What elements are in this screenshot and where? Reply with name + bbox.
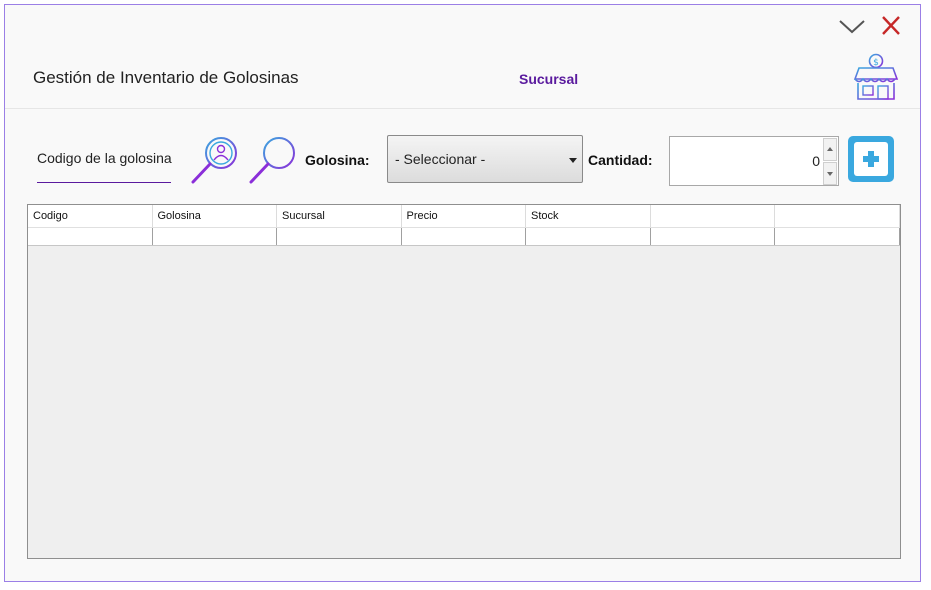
golosina-label: Golosina: xyxy=(305,152,370,168)
page-title: Gestión de Inventario de Golosinas xyxy=(33,68,299,87)
search-user-icon[interactable] xyxy=(187,133,243,189)
column-header-precio[interactable]: Precio xyxy=(402,205,526,227)
golosina-select-value: - Seleccionar - xyxy=(395,151,486,167)
cantidad-label: Cantidad: xyxy=(588,152,653,168)
column-header-stock[interactable]: Stock xyxy=(526,205,651,227)
column-header-codigo[interactable]: Codigo xyxy=(28,205,153,227)
table-row[interactable] xyxy=(28,228,900,246)
table-cell[interactable] xyxy=(402,228,526,245)
column-header-extra-2[interactable] xyxy=(775,205,900,227)
column-header-golosina[interactable]: Golosina xyxy=(153,205,277,227)
main-window: Gestión de Inventario de Golosinas Sucur… xyxy=(4,4,921,582)
golosina-select[interactable]: - Seleccionar - xyxy=(387,135,583,183)
arrow-up-icon xyxy=(827,147,833,151)
branch-label: Sucursal xyxy=(519,71,579,87)
table-cell[interactable] xyxy=(526,228,651,245)
store-icon: $ xyxy=(853,53,899,100)
arrow-down-icon xyxy=(827,172,833,176)
table-cell[interactable] xyxy=(28,228,153,245)
column-header-extra-1[interactable] xyxy=(651,205,775,227)
code-field-underline xyxy=(37,182,171,183)
quantity-value: 0 xyxy=(812,153,820,169)
header: Gestión de Inventario de Golosinas Sucur… xyxy=(5,5,920,109)
inventory-table[interactable]: Codigo Golosina Sucursal Precio Stock xyxy=(27,204,901,559)
table-header: Codigo Golosina Sucursal Precio Stock xyxy=(28,205,900,228)
plus-icon xyxy=(854,142,888,176)
table-cell[interactable] xyxy=(277,228,402,245)
table-cell[interactable] xyxy=(775,228,900,245)
search-icon[interactable] xyxy=(245,133,301,189)
close-icon xyxy=(882,16,900,35)
close-button[interactable] xyxy=(879,15,903,37)
table-cell[interactable] xyxy=(153,228,277,245)
chevron-down-icon xyxy=(839,20,865,34)
code-field-label[interactable]: Codigo de la golosina xyxy=(37,150,172,166)
quantity-stepper[interactable]: 0 xyxy=(669,136,839,186)
quantity-increment-button[interactable] xyxy=(823,138,837,161)
quantity-decrement-button[interactable] xyxy=(823,162,837,185)
svg-text:$: $ xyxy=(873,58,879,68)
add-button[interactable] xyxy=(848,136,894,182)
table-cell[interactable] xyxy=(651,228,775,245)
minimize-button[interactable] xyxy=(837,15,867,37)
column-header-sucursal[interactable]: Sucursal xyxy=(277,205,402,227)
dropdown-arrow-icon xyxy=(569,158,577,163)
